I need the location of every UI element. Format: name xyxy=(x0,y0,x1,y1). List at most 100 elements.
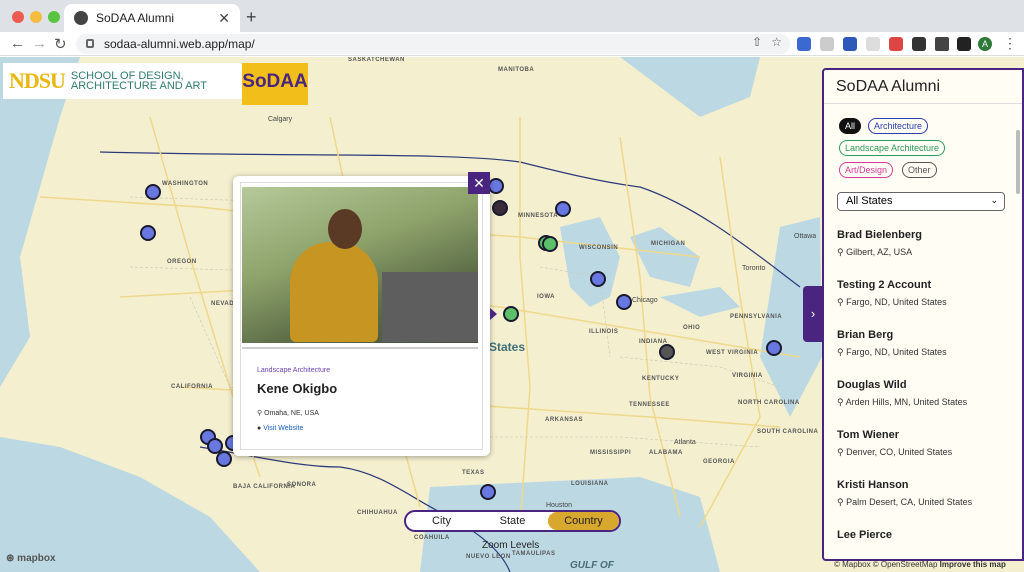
alumni-marker[interactable] xyxy=(590,271,606,287)
alumni-list-item[interactable]: Testing 2 Account ⚲ Fargo, ND, United Sta… xyxy=(837,279,947,308)
map-attribution: © Mapbox © OpenStreetMap Improve this ma… xyxy=(834,560,1006,569)
alumni-marker[interactable] xyxy=(480,484,496,500)
popup-close-button[interactable]: ✕ xyxy=(468,172,490,194)
alumni-marker[interactable] xyxy=(555,201,571,217)
alumni-name: Tom Wiener xyxy=(837,429,900,441)
zoom-level-toggle[interactable]: City State Country xyxy=(404,510,621,532)
region-label: ARKANSAS xyxy=(545,417,584,423)
zoom-option-city[interactable]: City xyxy=(406,512,477,530)
alumni-marker[interactable] xyxy=(488,178,504,194)
location-pin-icon: ⚲ xyxy=(837,247,847,257)
zoom-option-state[interactable]: State xyxy=(477,512,548,530)
panel-divider xyxy=(824,103,1022,104)
filter-chip-landscape-architecture[interactable]: Landscape Architecture xyxy=(839,140,946,156)
alumni-marker[interactable] xyxy=(542,236,558,252)
alumni-marker[interactable] xyxy=(140,225,156,241)
alumni-location-text: Fargo, ND, United States xyxy=(846,347,947,357)
alumni-popup: Landscape Architecture Kene Okigbo ⚲ Oma… xyxy=(233,176,490,456)
filter-chip-art-design[interactable]: Art/Design xyxy=(839,162,894,178)
close-window-icon[interactable] xyxy=(12,11,24,23)
alumni-marker[interactable] xyxy=(492,200,508,216)
extension-icon[interactable] xyxy=(866,37,880,51)
extension-icon[interactable] xyxy=(889,37,903,51)
alumni-marker[interactable] xyxy=(216,451,232,467)
region-label: WASHINGTON xyxy=(162,181,209,187)
alumni-name: Douglas Wild xyxy=(837,379,907,391)
bookmark-star-icon[interactable]: ☆ xyxy=(771,35,782,49)
alumni-marker[interactable] xyxy=(616,294,632,310)
alumni-marker[interactable] xyxy=(145,184,161,200)
back-icon[interactable]: ← xyxy=(10,35,25,52)
alumni-list-item[interactable]: Tom Wiener ⚲ Denver, CO, United States xyxy=(837,429,952,458)
alumni-list-item[interactable]: Brian Berg ⚲ Fargo, ND, United States xyxy=(837,329,947,358)
alumni-location: ⚲ Fargo, ND, United States xyxy=(837,297,947,308)
url-text: sodaa-alumni.web.app/map/ xyxy=(104,37,255,51)
city-label: Toronto xyxy=(742,265,766,272)
forward-icon[interactable]: → xyxy=(32,35,47,52)
reload-icon[interactable]: ↻ xyxy=(54,35,67,53)
new-tab-icon[interactable]: + xyxy=(246,7,257,28)
panel-toggle-button[interactable]: › xyxy=(803,286,823,342)
zoom-option-country[interactable]: Country xyxy=(548,512,619,530)
region-label: OHIO xyxy=(683,325,701,331)
profile-avatar[interactable]: A xyxy=(978,37,992,51)
close-tab-icon[interactable]: ✕ xyxy=(218,10,230,27)
extension-icon[interactable] xyxy=(912,37,926,51)
region-label: MANITOBA xyxy=(498,67,535,73)
alumni-location: ⚲ Arden Hills, MN, United States xyxy=(837,397,967,408)
alumni-location-text: Gilbert, AZ, USA xyxy=(846,247,913,257)
extension-icon[interactable] xyxy=(797,37,811,51)
map-canvas[interactable]: WASHINGTON OREGON CALIFORNIA NEVADA MINN… xyxy=(0,57,1024,572)
alumni-list-item[interactable]: Douglas Wild ⚲ Arden Hills, MN, United St… xyxy=(837,379,967,408)
popup-pointer xyxy=(490,308,497,320)
browser-tab-bar: SoDAA Alumni ✕ + xyxy=(0,0,1024,32)
zoom-levels-label: Zoom Levels xyxy=(482,540,540,551)
photo-head xyxy=(328,209,362,249)
alumni-list-item[interactable]: Kristi Hanson ⚲ Palm Desert, CA, United S… xyxy=(837,479,972,508)
region-label: SONORA xyxy=(287,482,317,488)
menu-icon[interactable]: ⋮ xyxy=(1003,35,1017,52)
extension-icon[interactable] xyxy=(820,37,834,51)
minimize-window-icon[interactable] xyxy=(30,11,42,23)
region-label: MISSISSIPPI xyxy=(590,450,632,456)
school-name: SCHOOL OF DESIGN, ARCHITECTURE AND ART xyxy=(70,70,207,92)
location-pin-icon: ⚲ xyxy=(837,297,847,307)
alumni-list-item[interactable]: Lee Pierce xyxy=(837,529,892,541)
region-label: TENNESSEE xyxy=(629,402,670,408)
mapbox-logo[interactable]: ⊛ mapbox xyxy=(6,553,56,564)
filter-chip-architecture[interactable]: Architecture xyxy=(868,118,929,134)
region-label: SASKATCHEWAN xyxy=(348,57,405,63)
panel-scrollbar[interactable] xyxy=(1016,130,1020,194)
alumni-marker[interactable] xyxy=(503,306,519,322)
photo-wall xyxy=(382,272,478,342)
chevron-right-icon: › xyxy=(810,306,816,321)
extension-icon[interactable] xyxy=(843,37,857,51)
sidebar-icon[interactable] xyxy=(957,37,971,51)
alumni-list-item[interactable]: Brad Bielenberg ⚲ Gilbert, AZ, USA xyxy=(837,229,922,258)
location-pin-icon: ⚲ xyxy=(837,397,846,407)
region-label: NORTH CAROLINA xyxy=(738,400,800,406)
browser-toolbar: ← → ↻ sodaa-alumni.web.app/map/ ⇧ ☆ A ⋮ xyxy=(0,32,1024,56)
alumni-location-text: Arden Hills, MN, United States xyxy=(845,397,968,407)
browser-tab[interactable]: SoDAA Alumni ✕ xyxy=(64,4,240,32)
share-icon[interactable]: ⇧ xyxy=(752,35,762,49)
visit-website-link[interactable]: ● Visit Website xyxy=(257,425,303,432)
attribution-text: © Mapbox © OpenStreetMap xyxy=(834,560,938,569)
gulf-label: GULF OF xyxy=(570,560,614,571)
alumni-panel: SoDAA Alumni All Architecture Landscape … xyxy=(822,68,1024,561)
filter-chip-other[interactable]: Other xyxy=(902,162,937,178)
location-pin-icon: ⚲ xyxy=(837,497,847,507)
puzzle-icon[interactable] xyxy=(935,37,949,51)
filter-chip-all[interactable]: All xyxy=(839,118,862,134)
region-label: WEST VIRGINIA xyxy=(706,350,759,356)
alumni-marker[interactable] xyxy=(766,340,782,356)
improve-map-link[interactable]: Improve this map xyxy=(940,560,1006,569)
alumni-marker[interactable] xyxy=(659,344,675,360)
popup-location-text: Omaha, NE, USA xyxy=(264,410,319,417)
maximize-window-icon[interactable] xyxy=(48,11,60,23)
state-select[interactable]: All States ⌄ xyxy=(837,192,1005,211)
region-label: WISCONSIN xyxy=(579,245,619,251)
city-label: Calgary xyxy=(268,116,293,123)
address-bar[interactable]: sodaa-alumni.web.app/map/ ⇧ ☆ xyxy=(76,34,790,54)
alumni-name: Brad Bielenberg xyxy=(837,229,922,241)
